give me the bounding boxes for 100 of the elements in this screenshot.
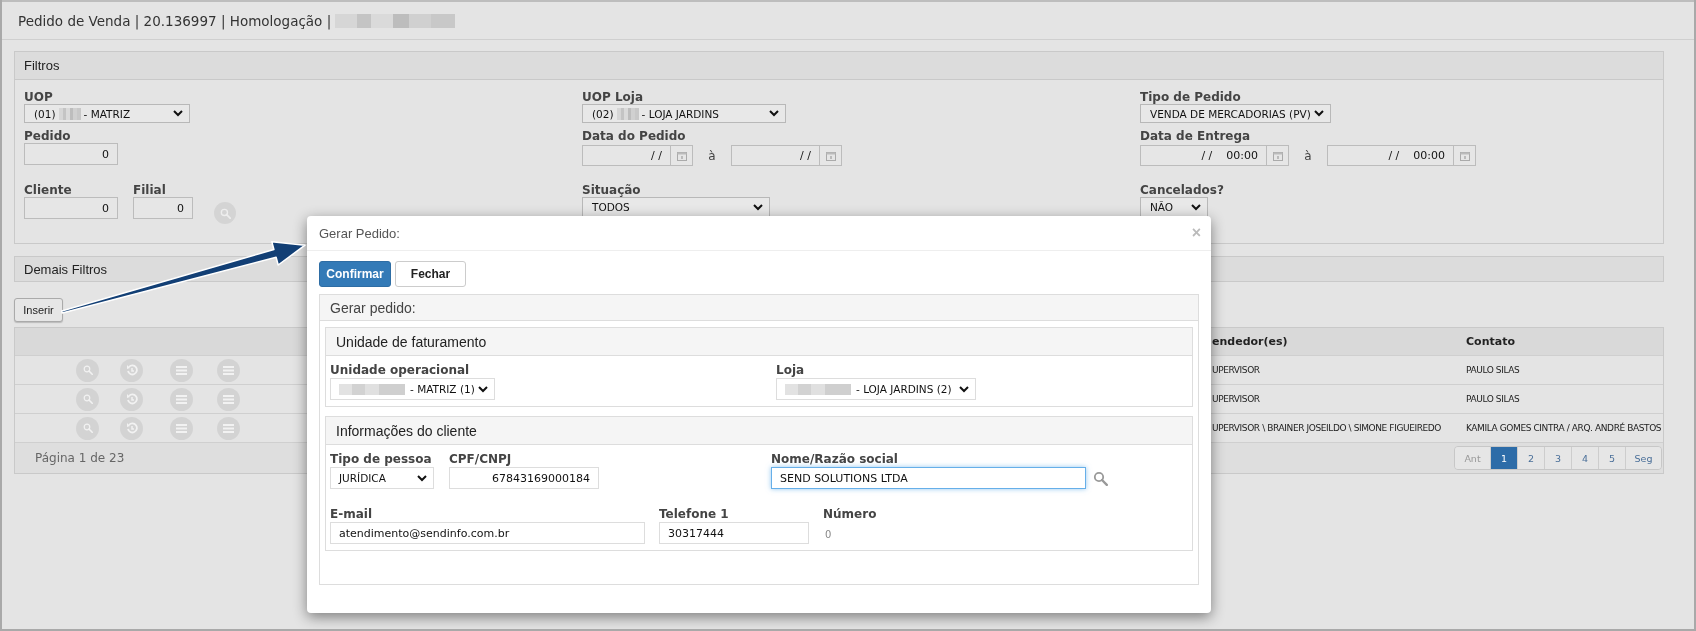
field-label: E-mail bbox=[330, 507, 372, 521]
dropdown[interactable]: TODOS bbox=[582, 197, 770, 217]
calendar-button[interactable] bbox=[820, 145, 842, 166]
table-cell-text: PAULO SILAS bbox=[1465, 365, 1520, 375]
history-button[interactable] bbox=[120, 358, 143, 382]
list-button[interactable] bbox=[217, 358, 240, 382]
dropdown[interactable]: JURÍDICA bbox=[330, 467, 434, 489]
list-button[interactable] bbox=[170, 387, 193, 411]
field-label: Data de Entrega bbox=[1140, 129, 1251, 143]
dialog-title: Gerar Pedido: bbox=[319, 225, 400, 241]
input-field[interactable]: atendimento@sendinfo.com.br bbox=[330, 522, 645, 544]
list-button[interactable] bbox=[217, 387, 240, 411]
view-button[interactable] bbox=[76, 387, 99, 411]
field-label: Telefone 1 bbox=[659, 507, 729, 521]
date-field[interactable]: / / bbox=[582, 145, 671, 166]
insert-button[interactable]: Inserir bbox=[14, 298, 63, 322]
view-button[interactable] bbox=[76, 416, 99, 440]
caret-icon bbox=[753, 203, 763, 211]
input-field[interactable]: 0 bbox=[24, 143, 118, 165]
input-field[interactable]: 0 bbox=[133, 197, 193, 219]
history-icon bbox=[125, 393, 138, 405]
list-icon bbox=[176, 365, 187, 375]
section-header: Unidade de faturamento bbox=[326, 328, 1192, 356]
caret-icon bbox=[1191, 203, 1201, 211]
list-icon bbox=[223, 394, 234, 404]
column-header: endedor(es) bbox=[1211, 335, 1288, 348]
panel-header: Gerar pedido: bbox=[320, 295, 1198, 321]
page-button[interactable]: 4 bbox=[1571, 447, 1598, 469]
caret-icon bbox=[1313, 110, 1324, 117]
table-cell-text: UPERVISOR bbox=[1211, 394, 1260, 404]
date-field[interactable]: / / 00:00 bbox=[1140, 145, 1267, 166]
separator-text: à bbox=[1303, 148, 1313, 163]
calendar-icon bbox=[1459, 150, 1470, 161]
field-label: Situação bbox=[582, 183, 641, 197]
list-icon bbox=[176, 423, 187, 433]
separator-text: à bbox=[707, 148, 717, 163]
page-button[interactable]: Seg bbox=[1625, 447, 1661, 469]
table-cell-text: UPERVISOR bbox=[1211, 365, 1260, 375]
search-button[interactable] bbox=[214, 202, 236, 224]
field-label: UOP bbox=[24, 91, 53, 103]
calendar-icon bbox=[1272, 150, 1283, 161]
confirm-button[interactable]: Confirmar bbox=[319, 261, 391, 287]
caret-icon bbox=[769, 110, 779, 117]
input-field[interactable]: 67843169000184 bbox=[449, 467, 599, 489]
field-label: Número bbox=[823, 507, 877, 521]
field-label: Data do Pedido bbox=[582, 129, 686, 143]
page-button[interactable]: 2 bbox=[1517, 447, 1544, 469]
calendar-button[interactable] bbox=[1267, 145, 1289, 166]
table-cell-text: PAULO SILAS bbox=[1465, 394, 1520, 404]
field-label: Tipo de pessoa bbox=[330, 452, 432, 466]
input-field[interactable]: 0 bbox=[24, 197, 118, 219]
list-icon bbox=[176, 394, 187, 404]
caret-icon bbox=[959, 385, 969, 393]
list-icon bbox=[223, 365, 234, 375]
table-cell-text: KAMILA GOMES CINTRA / ARQ. ANDRÉ BASTOS bbox=[1465, 423, 1662, 433]
input-field[interactable]: 30317444 bbox=[659, 522, 809, 544]
column-header: Contato bbox=[1465, 335, 1515, 348]
field-label: Unidade operacional bbox=[330, 363, 470, 377]
history-icon bbox=[125, 364, 138, 376]
view-button[interactable] bbox=[76, 358, 99, 382]
search-icon bbox=[82, 423, 93, 433]
page-button[interactable]: 5 bbox=[1598, 447, 1625, 469]
history-button[interactable] bbox=[120, 387, 143, 411]
caret-icon bbox=[477, 385, 488, 393]
field-label: Loja bbox=[776, 363, 805, 377]
page-button[interactable]: 1 bbox=[1490, 447, 1517, 469]
input-field[interactable]: SEND SOLUTIONS LTDA bbox=[771, 467, 1086, 489]
field-label: Cliente bbox=[24, 183, 72, 197]
field-label: UOP Loja bbox=[582, 91, 644, 103]
search-icon bbox=[82, 365, 93, 375]
section-header: Informações do cliente bbox=[326, 417, 1192, 445]
dropdown[interactable]: (02) - LOJA JARDINS bbox=[582, 104, 786, 123]
dropdown[interactable]: - LOJA JARDINS (2) bbox=[776, 378, 976, 400]
page-count: Página 1 de 23 bbox=[34, 451, 125, 465]
caret-icon bbox=[417, 474, 427, 482]
dropdown[interactable]: - MATRIZ (1) bbox=[330, 378, 495, 400]
calendar-icon bbox=[676, 150, 687, 161]
date-field[interactable]: / / 00:00 bbox=[1327, 145, 1454, 166]
field-label: Nome/Razão social bbox=[771, 452, 898, 466]
panel-header: Filtros bbox=[15, 52, 1663, 80]
caret-icon bbox=[173, 110, 183, 117]
history-icon bbox=[125, 422, 138, 434]
calendar-button[interactable] bbox=[671, 145, 693, 166]
calendar-button[interactable] bbox=[1454, 145, 1476, 166]
dropdown[interactable]: NÃO bbox=[1140, 197, 1208, 217]
close-button[interactable]: Fechar bbox=[395, 261, 466, 287]
search-icon[interactable] bbox=[1093, 470, 1108, 486]
table-cell-text: UPERVISOR \ BRAINER JOSEILDO \ SIMONE FIGUEIREDO bbox=[1211, 423, 1442, 433]
field-label: CPF/CNPJ bbox=[449, 452, 512, 466]
list-button[interactable] bbox=[217, 416, 240, 440]
page-button[interactable]: 3 bbox=[1544, 447, 1571, 469]
field-label: Cancelados? bbox=[1140, 183, 1224, 197]
date-field[interactable]: / / bbox=[731, 145, 820, 166]
history-button[interactable] bbox=[120, 416, 143, 440]
field-label: Filial bbox=[133, 183, 166, 197]
dropdown[interactable]: VENDA DE MERCADORIAS (PV) bbox=[1140, 104, 1331, 123]
page-title: Pedido de Venda | 20.136997 | Homologação | bbox=[18, 12, 332, 29]
dropdown[interactable]: (01) - MATRIZ bbox=[24, 104, 190, 123]
list-button[interactable] bbox=[170, 416, 193, 440]
list-button[interactable] bbox=[170, 358, 193, 382]
